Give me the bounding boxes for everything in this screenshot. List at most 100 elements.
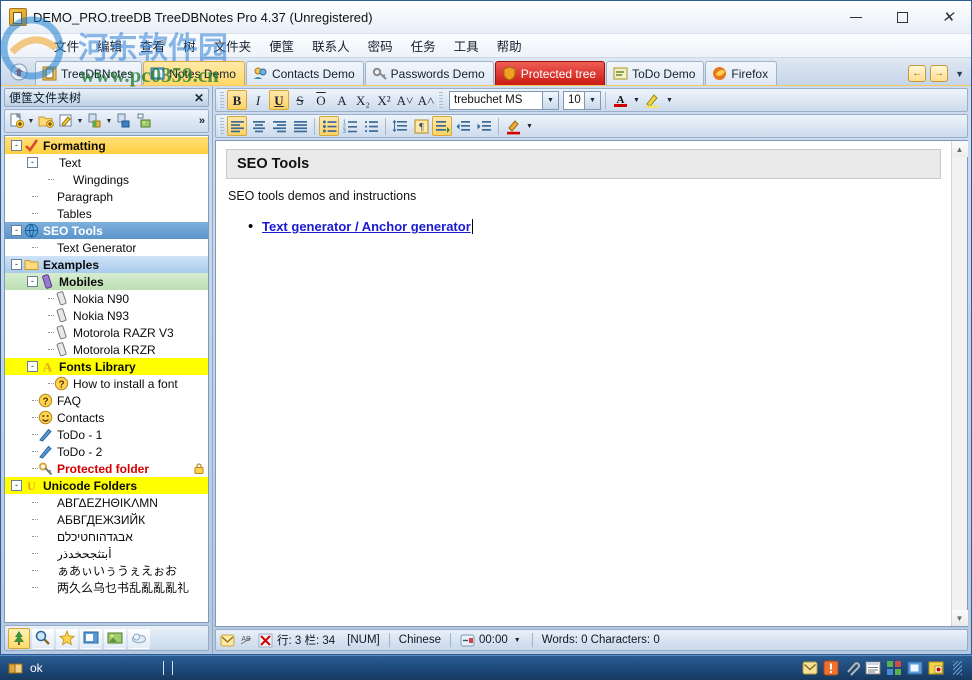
bold-button[interactable]: B [227, 90, 247, 110]
italic-button[interactable]: I [248, 90, 268, 110]
align-justify-button[interactable] [290, 116, 310, 136]
background-color-button[interactable] [503, 116, 523, 136]
move-node-icon[interactable] [85, 112, 104, 131]
chevron-down-icon[interactable]: ▼ [584, 91, 600, 109]
subscript-button[interactable]: X₂ [353, 90, 373, 110]
tree-node-tables[interactable]: Tables [5, 205, 208, 222]
tree-node--[interactable]: 两久么乌乜书乱亂亂亂礼 [5, 579, 208, 596]
tab-notes-demo[interactable]: Notes Demo [143, 61, 245, 85]
maximize-button[interactable] [879, 1, 925, 34]
record-tray-icon[interactable] [928, 660, 944, 676]
tree-node--[interactable]: أبتثجحخدذر [5, 545, 208, 562]
tab-prev-button[interactable]: ← [908, 65, 927, 82]
chevron-down-icon[interactable]: ▼ [542, 91, 558, 109]
decrease-font-button[interactable]: A˅ [395, 90, 415, 110]
note-hyperlink[interactable]: Text generator / Anchor generator [262, 219, 473, 234]
alert-tray-icon[interactable] [823, 660, 839, 676]
tree-expander-icon[interactable]: - [11, 480, 22, 491]
tab-passwords-demo[interactable]: Passwords Demo [364, 61, 494, 85]
tree-expander-icon[interactable]: - [27, 157, 38, 168]
move-dropdown-icon[interactable]: ▼ [105, 118, 113, 125]
text-color-button[interactable]: A [610, 90, 630, 110]
apps-tray-icon[interactable] [886, 660, 902, 676]
cloud-panel-icon[interactable] [128, 627, 150, 649]
no-spell-icon[interactable] [258, 633, 273, 648]
menu-item-2[interactable]: 查看 [131, 33, 174, 58]
tree-expander-icon[interactable]: - [11, 259, 22, 270]
align-right-button[interactable] [269, 116, 289, 136]
align-left-button[interactable] [227, 116, 247, 136]
background-color-dropdown-icon[interactable]: ▼ [524, 123, 535, 130]
calendar-tray-icon[interactable] [865, 660, 881, 676]
new-note-dropdown-icon[interactable]: ▼ [27, 118, 35, 125]
menu-item-6[interactable]: 联系人 [303, 33, 359, 58]
close-button[interactable]: ✕ [925, 1, 971, 34]
tree-node-faq[interactable]: ? FAQ [5, 392, 208, 409]
paragraph-toolbar-grip[interactable] [219, 117, 224, 135]
search-icon[interactable] [32, 627, 54, 649]
tab-list-dropdown-icon[interactable]: ▼ [952, 69, 967, 79]
strikethrough-button[interactable]: S [290, 90, 310, 110]
tree-node--[interactable]: אבגדהוחטיכלם [5, 528, 208, 545]
toolbar-grip[interactable] [219, 91, 224, 109]
tab-protected-tree[interactable]: Protected tree [494, 61, 606, 85]
tree-image-icon[interactable] [134, 112, 153, 131]
menu-item-8[interactable]: 任务 [402, 33, 445, 58]
new-note-icon[interactable] [7, 112, 26, 131]
copy-node-icon[interactable] [114, 112, 133, 131]
align-center-button[interactable] [248, 116, 268, 136]
notes-panel-icon[interactable] [80, 627, 102, 649]
tree-node-wingdings[interactable]: Wingdings [5, 171, 208, 188]
menu-item-5[interactable]: 便筺 [260, 33, 303, 58]
paragraph-settings-button[interactable] [432, 116, 452, 136]
tree-node-nokia-n93[interactable]: Nokia N93 [5, 307, 208, 324]
overline-button[interactable]: O [311, 90, 331, 110]
menu-item-10[interactable]: 帮助 [488, 33, 531, 58]
tree-node-fonts-library[interactable]: - A Fonts Library [5, 358, 208, 375]
timer-dropdown-icon[interactable]: ▼ [512, 637, 523, 644]
paragraph-marks-button[interactable]: ¶ [411, 116, 431, 136]
tab-contacts-demo[interactable]: Contacts Demo [245, 61, 364, 85]
tree-node-text[interactable]: - Text [5, 154, 208, 171]
tree-toolbar-more-icon[interactable]: » [199, 115, 205, 127]
edit-dropdown-icon[interactable]: ▼ [76, 118, 84, 125]
timer-icon[interactable] [460, 633, 475, 648]
underline-button[interactable]: U [269, 90, 289, 110]
menu-item-3[interactable]: 树 [174, 33, 205, 58]
numbered-list-button[interactable]: 123 [340, 116, 360, 136]
tree-node-text-generator[interactable]: Text Generator [5, 239, 208, 256]
highlight-dropdown-icon[interactable]: ▼ [664, 97, 675, 104]
superscript-button[interactable]: X² [374, 90, 394, 110]
edit-note-icon[interactable] [56, 112, 75, 131]
tree-expander-icon[interactable]: - [11, 225, 22, 236]
tree-expander-icon[interactable]: - [27, 276, 38, 287]
tree-node-contacts[interactable]: Contacts [5, 409, 208, 426]
images-panel-icon[interactable] [104, 627, 126, 649]
scroll-up-icon[interactable]: ▲ [951, 141, 968, 157]
home-tab-icon[interactable] [6, 60, 32, 84]
mail-tray-icon[interactable] [802, 660, 818, 676]
tree-node-examples[interactable]: - Examples [5, 256, 208, 273]
highlighter-icon[interactable] [643, 90, 663, 110]
font-color-a-button[interactable]: A [332, 90, 352, 110]
tree-node-todo-1[interactable]: ToDo - 1 [5, 426, 208, 443]
tree-expander-icon[interactable]: - [27, 361, 38, 372]
menu-item-7[interactable]: 密码 [359, 33, 402, 58]
tree-node--[interactable]: ΑΒΓΔΕΖΗΘΙΚΛΜΝ [5, 494, 208, 511]
menu-item-9[interactable]: 工具 [445, 33, 488, 58]
tab-treedbnotes[interactable]: TreeDBNotes [35, 61, 143, 85]
tree-node-todo-2[interactable]: ToDo - 2 [5, 443, 208, 460]
favorites-star-icon[interactable] [56, 627, 78, 649]
tree-node-protected-folder[interactable]: Protected folder [5, 460, 208, 477]
tree-node--[interactable]: ぁあぃいぅうぇえぉお [5, 562, 208, 579]
tree-node--[interactable]: АБВГДЕЖЗИЙК [5, 511, 208, 528]
text-color-dropdown-icon[interactable]: ▼ [631, 97, 642, 104]
font-name-combo[interactable]: trebuchet MS ▼ [449, 90, 559, 110]
bullet-list-button[interactable] [319, 116, 339, 136]
new-folder-icon[interactable] [36, 112, 55, 131]
menu-item-4[interactable]: 文件夹 [205, 33, 261, 58]
language-indicator[interactable]: Chinese [399, 634, 441, 646]
tab-todo-demo[interactable]: ToDo Demo [606, 61, 705, 85]
note-editor[interactable]: SEO Tools SEO tools demos and instructio… [216, 141, 951, 626]
tree-view[interactable]: - Formatting - Text Wingdings Paragraph Tables… [4, 135, 209, 623]
